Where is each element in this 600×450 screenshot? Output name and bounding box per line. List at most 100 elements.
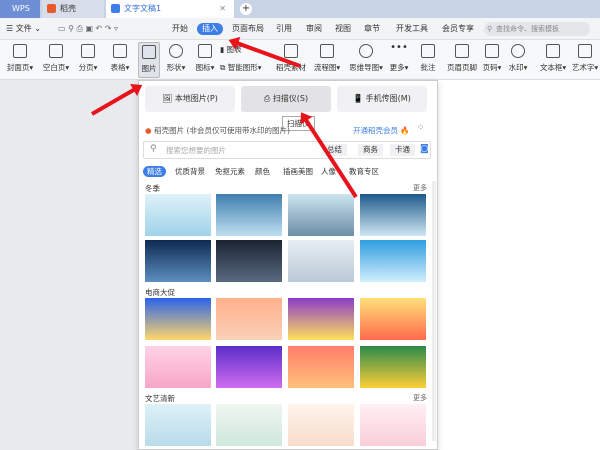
menu-review[interactable]: 审阅 xyxy=(306,23,322,35)
picture-thumbnail[interactable] xyxy=(288,404,354,446)
ribbon-watermark[interactable]: 水印▾ xyxy=(506,42,530,73)
ribbon-textbox[interactable]: 文本框▾ xyxy=(538,42,568,73)
document-page[interactable] xyxy=(438,80,600,450)
category-tab[interactable]: 免抠元素 xyxy=(215,166,245,177)
mindmap-icon xyxy=(359,44,373,58)
section-title: 电商大促 xyxy=(145,288,175,297)
grid-icon[interactable]: ⁘ xyxy=(417,123,425,133)
picture-thumbnail[interactable] xyxy=(360,194,426,236)
ribbon-table[interactable]: 表格▾ xyxy=(106,42,134,73)
file-menu[interactable]: ☰ 文件 ⌄ xyxy=(6,23,41,35)
ribbon-icon[interactable]: 图标▾ xyxy=(192,42,218,73)
tab-daoke[interactable]: 稻壳 xyxy=(42,0,104,18)
category-tab[interactable]: 插画美图 xyxy=(283,166,313,177)
ribbon-page-number[interactable]: 页码▾ xyxy=(480,42,504,73)
search-tag[interactable]: 卡通 xyxy=(390,144,415,156)
picture-thumbnail[interactable] xyxy=(360,240,426,282)
menu-reference[interactable]: 引用 xyxy=(276,23,292,35)
menu-start[interactable]: 开始 xyxy=(172,23,188,35)
tab-label: 文字文稿1 xyxy=(124,4,162,13)
ribbon-header-footer[interactable]: 页眉页脚 xyxy=(446,42,478,73)
picture-thumbnail[interactable] xyxy=(288,298,354,340)
flowchart-icon xyxy=(320,44,334,58)
command-search-input[interactable]: ⚲ 查找命令、搜索模板 xyxy=(484,22,590,36)
picture-thumbnail[interactable] xyxy=(216,298,282,340)
more-link[interactable]: 更多 xyxy=(413,393,427,403)
menu-chapter[interactable]: 章节 xyxy=(364,23,380,35)
camera-icon[interactable]: ◙ xyxy=(420,144,429,154)
new-tab-button[interactable]: + xyxy=(240,3,252,15)
category-tab[interactable]: 颜色 xyxy=(255,166,270,177)
picture-thumbnail[interactable] xyxy=(216,240,282,282)
picture-thumbnail[interactable] xyxy=(216,194,282,236)
file-label: 文件 xyxy=(15,24,32,33)
picture-thumbnail[interactable] xyxy=(360,298,426,340)
menu-view[interactable]: 视图 xyxy=(335,23,351,35)
picture-thumbnail[interactable] xyxy=(145,346,211,388)
vip-link[interactable]: 开通稻壳会员 🔥 xyxy=(353,125,410,136)
picture-search-input[interactable]: ⚲ 搜索您想要的图片 总结 商务 卡通 ◙ xyxy=(143,141,431,159)
ribbon-comment[interactable]: 批注 xyxy=(418,42,438,73)
category-tab[interactable]: 优质背景 xyxy=(175,166,205,177)
ribbon-break[interactable]: 分页▾ xyxy=(74,42,102,73)
header-footer-icon xyxy=(455,44,469,58)
quick-access-icons[interactable]: ▭ ⚲ ⎙ ▣ ↶ ↷ ▿ xyxy=(58,23,118,35)
local-picture-button[interactable]: 🖼 本地图片(P) xyxy=(145,86,235,112)
label: 水印 xyxy=(508,63,524,72)
label: 批注 xyxy=(420,63,436,72)
page-break-icon xyxy=(81,44,95,58)
search-icon: ⚲ xyxy=(487,25,493,33)
wordart-icon xyxy=(578,44,592,58)
menu-layout[interactable]: 页面布局 xyxy=(232,23,264,35)
picture-thumbnail[interactable] xyxy=(216,346,282,388)
search-placeholder: 查找命令、搜索模板 xyxy=(496,25,559,33)
picture-thumbnail[interactable] xyxy=(216,404,282,446)
shape-icon xyxy=(169,44,183,58)
picture-thumbnail[interactable] xyxy=(288,240,354,282)
textbox-icon xyxy=(546,44,560,58)
ribbon-cover[interactable]: 封面页▾ xyxy=(4,42,36,73)
picture-thumbnail[interactable] xyxy=(145,298,211,340)
scanner-button[interactable]: ⎙ 扫描仪(S) xyxy=(241,86,331,112)
scrollbar[interactable] xyxy=(432,181,436,441)
menu-member[interactable]: 会员专享 xyxy=(442,23,474,35)
label: 流程图 xyxy=(313,63,337,72)
label: 图标 xyxy=(195,63,211,72)
category-tab[interactable]: 教育专区 xyxy=(349,166,379,177)
more-link[interactable]: 更多 xyxy=(413,183,427,193)
ribbon-picture[interactable]: 图片 xyxy=(138,42,160,78)
tab-wps[interactable]: WPS xyxy=(0,0,40,18)
picture-thumbnail[interactable] xyxy=(360,404,426,446)
comment-icon xyxy=(421,44,435,58)
ribbon-wordart[interactable]: 艺术字▾ xyxy=(570,42,600,73)
ribbon-shape[interactable]: 形状▾ xyxy=(163,42,189,73)
search-tag[interactable]: 商务 xyxy=(358,144,383,156)
picture-thumbnail[interactable] xyxy=(288,346,354,388)
close-icon[interactable]: ✕ xyxy=(219,0,226,18)
label: 智能图形 xyxy=(227,63,258,72)
category-featured[interactable]: 精选 xyxy=(143,166,166,177)
menu-insert[interactable]: 插入 xyxy=(197,23,223,35)
ribbon-blank[interactable]: 空白页▾ xyxy=(40,42,72,73)
label: 图片 xyxy=(141,64,157,73)
tab-document[interactable]: 文字文稿1 ✕ xyxy=(106,0,234,18)
picture-thumbnail[interactable] xyxy=(145,404,211,446)
phone-picture-button[interactable]: 📱 手机传图(M) xyxy=(337,86,427,112)
daoke-icon xyxy=(47,4,56,13)
ribbon-more[interactable]: ••• 更多▾ xyxy=(388,42,410,73)
menu-developer[interactable]: 开发工具 xyxy=(396,23,428,35)
label: 手机传图(M) xyxy=(365,94,411,103)
picture-icon xyxy=(142,45,156,59)
picture-thumbnail[interactable] xyxy=(288,194,354,236)
placeholder: 搜索您想要的图片 xyxy=(166,146,226,155)
section-title: 冬季 xyxy=(145,184,160,193)
label: 页眉页脚 xyxy=(447,63,477,72)
picture-thumbnail[interactable] xyxy=(145,194,211,236)
picture-thumbnail[interactable] xyxy=(360,346,426,388)
ribbon-smartart[interactable]: ⧉ 智能图形▾ xyxy=(220,62,262,73)
ribbon-flowchart[interactable]: 流程图▾ xyxy=(312,42,342,73)
search-icon: ⚲ xyxy=(150,144,157,154)
picture-thumbnail[interactable] xyxy=(145,240,211,282)
ribbon-mindmap[interactable]: 思维导图▾ xyxy=(348,42,384,73)
menu-bar: ☰ 文件 ⌄ ▭ ⚲ ⎙ ▣ ↶ ↷ ▿ 开始 插入 页面布局 引用 审阅 视图… xyxy=(0,18,600,40)
